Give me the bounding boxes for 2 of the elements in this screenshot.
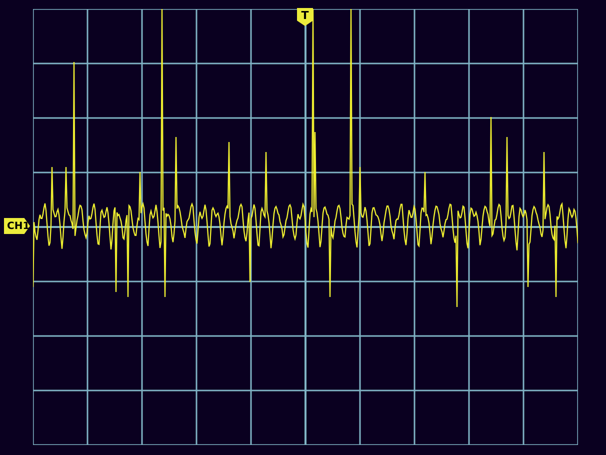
channel-marker: CH1 [4, 218, 30, 234]
trigger-marker: T [297, 8, 313, 26]
